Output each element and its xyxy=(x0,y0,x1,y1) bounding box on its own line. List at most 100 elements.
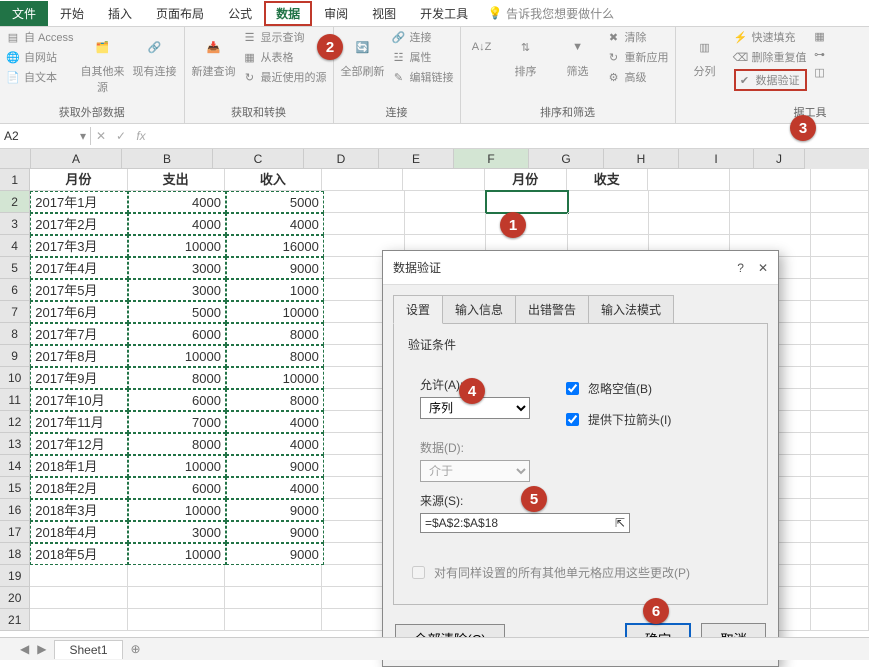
ignore-blank-input[interactable] xyxy=(566,382,579,395)
cell[interactable]: 4000 xyxy=(226,433,324,455)
ignore-blank-checkbox[interactable]: 忽略空值(B) xyxy=(562,379,671,398)
btn-manage-model[interactable]: ◫ xyxy=(813,65,827,79)
btn-relationships[interactable]: ⊶ xyxy=(813,47,827,61)
cell[interactable]: 10000 xyxy=(128,345,226,367)
cell[interactable]: 9000 xyxy=(226,257,324,279)
dropdown-input[interactable] xyxy=(566,413,579,426)
row-header[interactable]: 6 xyxy=(0,279,30,301)
row-header[interactable]: 12 xyxy=(0,411,30,433)
select-all[interactable] xyxy=(0,149,31,169)
cell[interactable] xyxy=(811,235,869,257)
cell[interactable]: 10000 xyxy=(226,367,324,389)
cell[interactable]: 8000 xyxy=(226,345,324,367)
tab-developer[interactable]: 开发工具 xyxy=(408,1,480,26)
cell[interactable]: 10000 xyxy=(128,455,226,477)
name-box[interactable]: A2 ▾ xyxy=(0,127,91,145)
cell[interactable] xyxy=(322,169,404,191)
cell[interactable] xyxy=(30,565,127,587)
cell[interactable] xyxy=(811,323,869,345)
btn-recent-sources[interactable]: ↻最近使用的源 xyxy=(243,69,327,85)
btn-edit-links[interactable]: ✎编辑链接 xyxy=(392,69,454,85)
tab-review[interactable]: 审阅 xyxy=(312,1,360,26)
cell[interactable]: 2017年5月 xyxy=(30,279,128,301)
cell[interactable]: 2018年3月 xyxy=(30,499,128,521)
cell[interactable]: 2017年11月 xyxy=(30,411,128,433)
btn-show-queries[interactable]: ☰显示查询 xyxy=(243,29,327,45)
cell[interactable]: 1000 xyxy=(226,279,324,301)
btn-from-table[interactable]: ▦从表格 xyxy=(243,49,327,65)
cell[interactable]: 2017年6月 xyxy=(30,301,128,323)
btn-sort[interactable]: ⇅排序 xyxy=(503,29,549,79)
cell[interactable]: 5000 xyxy=(128,301,226,323)
cell[interactable] xyxy=(649,191,730,213)
cell[interactable]: 7000 xyxy=(128,411,226,433)
cell[interactable]: 8000 xyxy=(128,433,226,455)
cell[interactable] xyxy=(568,213,649,235)
cell[interactable] xyxy=(568,191,649,213)
add-sheet-icon[interactable]: ⊕ xyxy=(131,642,141,656)
cell[interactable]: 9000 xyxy=(226,521,324,543)
tab-file[interactable]: 文件 xyxy=(0,1,48,26)
btn-new-query[interactable]: 📥 新建查询 xyxy=(191,29,237,79)
cell[interactable] xyxy=(225,565,322,587)
source-input[interactable]: =$A$2:$A$18 ⇱ xyxy=(420,513,630,533)
dialog-titlebar[interactable]: 数据验证 ? ✕ xyxy=(383,251,778,285)
cell[interactable] xyxy=(811,279,869,301)
tab-formulas[interactable]: 公式 xyxy=(216,1,264,26)
row-header[interactable]: 20 xyxy=(0,587,30,609)
cell[interactable] xyxy=(730,169,812,191)
cell[interactable] xyxy=(30,587,127,609)
row-header[interactable]: 11 xyxy=(0,389,30,411)
row-header[interactable]: 15 xyxy=(0,477,30,499)
cell[interactable] xyxy=(486,213,567,235)
btn-connections[interactable]: 🔗连接 xyxy=(392,29,454,45)
cell[interactable]: 收入 xyxy=(225,169,322,191)
cell[interactable] xyxy=(811,301,869,323)
btn-consolidate[interactable]: ▦ xyxy=(813,29,827,43)
btn-from-access[interactable]: ▤自 Access xyxy=(6,29,74,45)
cell[interactable] xyxy=(811,411,869,433)
cell[interactable] xyxy=(811,257,869,279)
btn-flash-fill[interactable]: ⚡快速填充 xyxy=(734,29,807,45)
cell[interactable]: 8000 xyxy=(226,389,324,411)
cell[interactable]: 支出 xyxy=(128,169,225,191)
cell[interactable] xyxy=(225,609,322,631)
row-header[interactable]: 3 xyxy=(0,213,30,235)
row-header[interactable]: 2 xyxy=(0,191,30,213)
cell[interactable] xyxy=(649,213,730,235)
btn-from-web[interactable]: 🌐自网站 xyxy=(6,49,74,65)
cell[interactable]: 2017年4月 xyxy=(30,257,128,279)
cell[interactable]: 2017年3月 xyxy=(30,235,128,257)
tell-me-search[interactable]: 💡 告诉我您想要做什么 xyxy=(488,5,614,22)
cell[interactable]: 2018年2月 xyxy=(30,477,128,499)
cell[interactable]: 2017年7月 xyxy=(30,323,128,345)
cell[interactable]: 3000 xyxy=(128,257,226,279)
col-header-J[interactable]: J xyxy=(754,149,805,169)
tab-view[interactable]: 视图 xyxy=(360,1,408,26)
cell[interactable] xyxy=(811,477,869,499)
row-header[interactable]: 7 xyxy=(0,301,30,323)
btn-sort-az[interactable]: A↓Z xyxy=(467,29,497,61)
col-header-F[interactable]: F xyxy=(454,149,529,169)
fb-confirm[interactable]: ✓ xyxy=(111,129,131,143)
cell[interactable] xyxy=(811,609,869,631)
row-header[interactable]: 14 xyxy=(0,455,30,477)
cell[interactable]: 8000 xyxy=(226,323,324,345)
range-picker-icon[interactable]: ⇱ xyxy=(615,516,625,530)
cell[interactable]: 10000 xyxy=(226,301,324,323)
close-icon[interactable]: ✕ xyxy=(758,261,768,275)
dlg-tab-settings[interactable]: 设置 xyxy=(393,295,443,324)
cell[interactable] xyxy=(403,169,485,191)
cell[interactable] xyxy=(811,169,869,191)
cell[interactable] xyxy=(324,191,405,213)
cell[interactable]: 3000 xyxy=(128,521,226,543)
cell[interactable]: 2018年5月 xyxy=(30,543,128,565)
cell[interactable]: 2017年1月 xyxy=(30,191,128,213)
dlg-tab-ime[interactable]: 输入法模式 xyxy=(588,295,674,324)
col-header-I[interactable]: I xyxy=(679,149,754,169)
btn-existing-conn[interactable]: 🔗 现有连接 xyxy=(132,29,178,79)
cell[interactable]: 10000 xyxy=(128,543,226,565)
row-header[interactable]: 18 xyxy=(0,543,30,565)
cell[interactable]: 9000 xyxy=(226,499,324,521)
cell[interactable]: 2018年4月 xyxy=(30,521,128,543)
